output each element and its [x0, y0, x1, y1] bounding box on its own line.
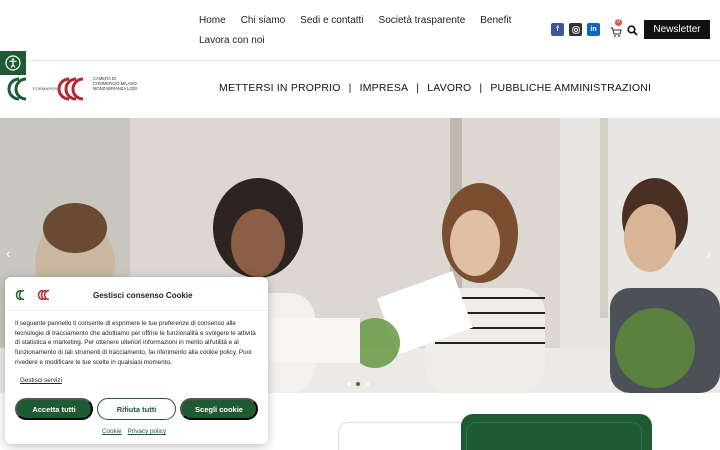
content-card-green-inner: [466, 422, 642, 450]
deny-all-button[interactable]: Rifiuta tutti: [97, 398, 176, 420]
consent-divider: [5, 310, 268, 311]
privacy-policy-link[interactable]: Privacy policy: [128, 428, 167, 435]
slider-dot[interactable]: [347, 382, 351, 386]
site-logo[interactable]: FORMAPER CAMERA DI COMMERCIO MILANO MONZ…: [6, 75, 137, 103]
facebook-icon[interactable]: f: [551, 23, 564, 36]
manage-services-link[interactable]: Gestisci servizi: [20, 377, 62, 384]
main-nav: METTERSI IN PROPRIO | IMPRESA | LAVORO |…: [219, 82, 651, 94]
nav-link-benefit[interactable]: Benefit: [480, 15, 511, 26]
content-card: [338, 422, 468, 450]
slider-dot[interactable]: [365, 382, 369, 386]
nav-link-lavora-con-noi[interactable]: Lavora con noi: [199, 35, 265, 46]
consent-links: Cookie Privacy policy: [102, 428, 166, 435]
nav-link-chi-siamo[interactable]: Chi siamo: [241, 15, 285, 26]
slider-dot-active[interactable]: [356, 382, 360, 386]
social-links: f in: [551, 23, 600, 36]
search-icon[interactable]: [627, 23, 638, 36]
logo-text-camera-commercio: CAMERA DI COMMERCIO MILANO MONZABRIANZA …: [93, 76, 137, 91]
slider-prev-arrow[interactable]: ‹: [6, 246, 11, 260]
main-nav-pubbliche-amministrazioni[interactable]: PUBBLICHE AMMINISTRAZIONI: [490, 82, 651, 94]
nav-link-sedi-contatti[interactable]: Sedi e contatti: [300, 15, 363, 26]
main-nav-mettersi-in-proprio[interactable]: METTERSI IN PROPRIO: [219, 82, 341, 94]
top-nav: Home Chi siamo Sedi e contatti Società t…: [199, 12, 519, 48]
consent-logo: [15, 289, 50, 301]
instagram-icon[interactable]: [569, 23, 582, 36]
nav-separator: |: [416, 82, 420, 94]
cart-icon[interactable]: 0: [610, 19, 622, 37]
top-nav-row: Lavora con noi: [199, 32, 519, 48]
cart-count-badge: 0: [615, 19, 622, 26]
logo-text-formaper: FORMAPER: [33, 86, 58, 91]
accept-all-button[interactable]: Accetta tutti: [15, 398, 93, 420]
consent-body-text: Il seguente pannello ti consente di espr…: [15, 320, 256, 366]
newsletter-button[interactable]: Newsletter: [644, 20, 710, 39]
header-divider: [0, 60, 720, 61]
main-nav-lavoro[interactable]: LAVORO: [427, 82, 471, 94]
slider-dots: [347, 382, 369, 386]
choose-cookies-button[interactable]: Scegli cookie: [180, 398, 258, 420]
cookie-consent-dialog: Gestisci consenso Cookie Il seguente pan…: [5, 277, 268, 444]
nav-link-home[interactable]: Home: [199, 15, 226, 26]
nav-link-societa-trasparente[interactable]: Società trasparente: [379, 15, 466, 26]
consent-title: Gestisci consenso Cookie: [93, 291, 193, 300]
nav-separator: |: [479, 82, 483, 94]
accessibility-icon[interactable]: [0, 51, 26, 75]
slider-next-arrow[interactable]: ›: [706, 246, 711, 260]
main-nav-impresa[interactable]: IMPRESA: [360, 82, 409, 94]
linkedin-icon[interactable]: in: [587, 23, 600, 36]
top-nav-row: Home Chi siamo Sedi e contatti Società t…: [199, 12, 519, 28]
nav-separator: |: [348, 82, 352, 94]
cookie-policy-link[interactable]: Cookie: [102, 428, 122, 435]
